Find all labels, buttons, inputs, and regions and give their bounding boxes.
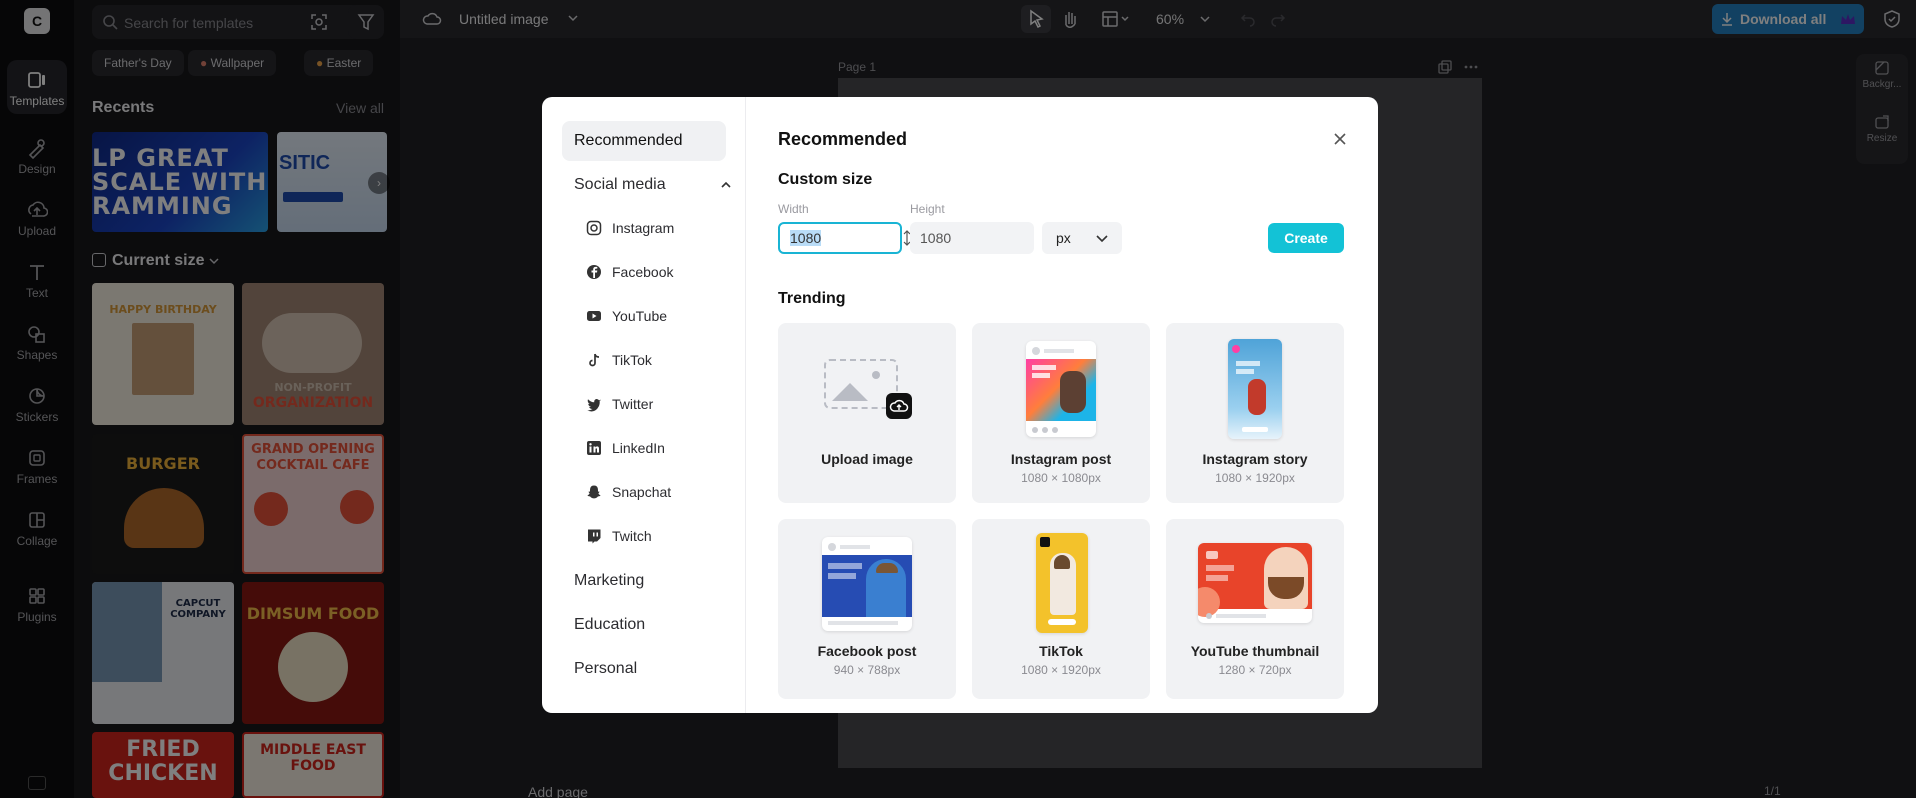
tiktok-icon [589,353,600,367]
card-instagram-story[interactable]: Instagram story 1080 × 1920px [1166,323,1344,503]
width-value: 1080 [790,230,822,246]
twitter-icon [587,398,601,412]
width-label: Width [778,202,809,216]
instagram-icon [586,220,602,236]
sidebar-sub-label: YouTube [612,308,668,324]
card-name: YouTube thumbnail [1190,643,1320,659]
card-instagram-post[interactable]: Instagram post 1080 × 1080px [972,323,1150,503]
sidebar-sub-label: Snapchat [612,484,672,500]
create-button[interactable]: Create [1268,223,1344,253]
card-dimensions: 1080 × 1080px [1021,471,1101,485]
create-design-modal: Recommended Social media Instagram Faceb… [542,97,1378,713]
height-input[interactable]: 1080 [910,222,1034,254]
unit-value: px [1056,230,1071,246]
modal-title: Recommended [778,129,908,149]
sidebar-sub-label: LinkedIn [612,440,665,456]
linkedin-icon [587,441,601,455]
twitch-icon [588,529,601,544]
youtube-icon [587,311,601,321]
sidebar-sub-label: Facebook [612,264,674,280]
snapchat-icon [587,485,601,499]
card-dimensions: 1280 × 720px [1218,663,1292,677]
sidebar-item-marketing[interactable]: Marketing [562,561,726,601]
upload-cloud-badge [886,393,912,419]
card-name: Instagram post [1010,451,1112,467]
youtube-thumbnail-preview [1198,543,1312,623]
unit-select[interactable]: px [1042,222,1122,254]
sidebar-item-personal[interactable]: Personal [562,649,726,689]
height-label: Height [910,202,945,216]
card-dimensions: 1080 × 1920px [1021,663,1101,677]
sidebar-sub-label: TikTok [612,352,652,368]
modal-sidebar: Recommended Social media Instagram Faceb… [542,97,746,713]
sidebar-item-recommended[interactable]: Recommended [562,121,726,161]
sidebar-sub-label: Instagram [612,220,675,236]
card-upload-image[interactable]: Upload image [778,323,956,503]
card-dimensions: 1080 × 1920px [1215,471,1295,485]
card-name: Upload image [821,451,913,467]
card-name: Instagram story [1202,451,1308,467]
sidebar-label: Social media [574,176,666,193]
width-input[interactable]: 1080 [778,222,902,254]
card-name: TikTok [1039,643,1083,659]
card-facebook-post[interactable]: Facebook post 940 × 788px [778,519,956,699]
tiktok-thumbnail [1036,533,1088,633]
facebook-icon [587,265,601,279]
sidebar-item-social-media[interactable]: Social media [562,165,731,205]
close-icon[interactable] [1330,129,1350,149]
sidebar-item-education[interactable]: Education [562,605,726,645]
sidebar-sub-label: Twitter [612,396,654,412]
chevron-up-icon [721,181,731,188]
card-dimensions: 940 × 788px [833,663,901,677]
sidebar-sub-label: Twitch [612,528,652,544]
upload-cloud-icon [889,399,909,412]
card-tiktok[interactable]: TikTok 1080 × 1920px [972,519,1150,699]
instagram-post-thumbnail [1026,341,1096,437]
instagram-story-thumbnail [1228,339,1282,439]
chevron-down-icon [1096,235,1108,243]
card-name: Facebook post [817,643,917,659]
custom-size-title: Custom size [778,171,873,188]
card-youtube-thumbnail[interactable]: YouTube thumbnail 1280 × 720px [1166,519,1344,699]
facebook-post-thumbnail [822,537,912,631]
trending-title: Trending [778,290,846,307]
